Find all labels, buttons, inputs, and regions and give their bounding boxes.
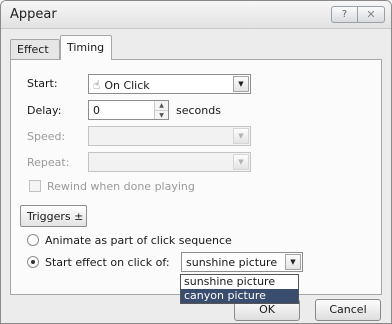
- dialog-title: Appear: [10, 7, 57, 22]
- start-value-wrap: ☝ On Click: [93, 78, 150, 92]
- start-label: Start:: [27, 77, 58, 90]
- tab-effect[interactable]: Effect: [10, 39, 60, 59]
- appear-dialog: Appear ? ✕ Effect Timing Start: ☝ On Clic…: [0, 0, 392, 324]
- start-on-click-radio[interactable]: [27, 256, 39, 268]
- timing-panel: Start: ☝ On Click ▼ Delay: 0 ▲ ▼ seconds …: [10, 59, 382, 295]
- dropdown-option[interactable]: sunshine picture: [181, 275, 298, 289]
- chevron-down-icon[interactable]: ▼: [285, 254, 301, 270]
- delay-value: 0: [93, 104, 100, 117]
- speed-label: Speed:: [27, 130, 66, 143]
- chevron-down-icon[interactable]: ▼: [233, 76, 249, 92]
- close-button[interactable]: ✕: [358, 6, 385, 23]
- help-button[interactable]: ?: [331, 6, 358, 23]
- chevron-down-icon[interactable]: ▼: [233, 154, 249, 170]
- repeat-label: Repeat:: [27, 156, 70, 169]
- dropdown-option-highlighted[interactable]: canyon picture: [181, 289, 298, 303]
- delay-unit: seconds: [176, 104, 221, 117]
- trigger-object-combo[interactable]: sunshine picture ▼: [181, 252, 303, 272]
- spin-down-icon[interactable]: ▼: [155, 110, 168, 119]
- animate-sequence-radio[interactable]: [27, 234, 39, 246]
- spin-up-icon[interactable]: ▲: [155, 101, 168, 110]
- close-icon: ✕: [366, 8, 376, 21]
- triggers-button[interactable]: Triggers ±: [20, 205, 87, 227]
- rewind-label: Rewind when done playing: [47, 180, 195, 193]
- chevron-down-icon[interactable]: ▼: [233, 128, 249, 144]
- tab-timing[interactable]: Timing: [60, 35, 112, 60]
- start-value: On Click: [104, 79, 150, 92]
- mouse-click-icon: ☝: [93, 78, 101, 92]
- title-bar: Appear ? ✕: [1, 1, 391, 29]
- title-bar-buttons: ? ✕: [331, 6, 385, 23]
- trigger-object-dropdown: sunshine picture canyon picture: [180, 274, 299, 304]
- repeat-combo[interactable]: ▼: [88, 152, 251, 172]
- delay-spin-buttons: ▲ ▼: [154, 101, 168, 119]
- delay-spinner[interactable]: 0 ▲ ▼: [88, 100, 169, 120]
- help-icon: ?: [341, 9, 348, 20]
- start-on-click-label: Start effect on click of:: [45, 256, 170, 269]
- animate-sequence-label: Animate as part of click sequence: [45, 234, 232, 247]
- delay-label: Delay:: [27, 104, 62, 117]
- rewind-checkbox[interactable]: [29, 180, 41, 192]
- trigger-object-value: sunshine picture: [186, 256, 278, 269]
- cancel-button[interactable]: Cancel: [315, 299, 381, 321]
- speed-combo[interactable]: ▼: [88, 126, 251, 146]
- start-combo[interactable]: ☝ On Click ▼: [88, 74, 251, 94]
